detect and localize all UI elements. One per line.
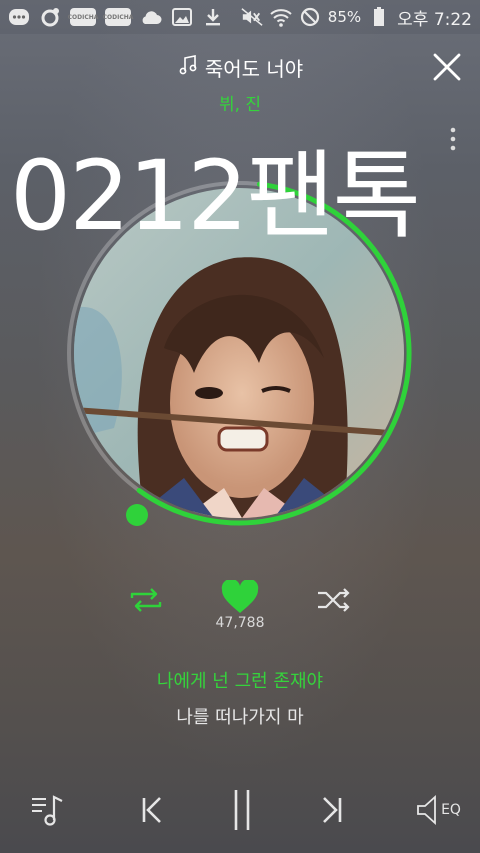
clock: 오후 7:22 — [397, 9, 472, 30]
pause-button[interactable] — [218, 788, 266, 832]
next-icon — [323, 797, 342, 823]
battery-level: 85% — [327, 8, 362, 26]
app-badge: CODICHA — [68, 8, 98, 26]
close-button[interactable] — [432, 52, 462, 82]
action-row — [0, 578, 480, 620]
next-button[interactable] — [308, 788, 356, 832]
repeat-button[interactable] — [126, 584, 166, 616]
repeat-icon — [130, 588, 162, 612]
previous-button[interactable] — [128, 788, 176, 832]
artist-name[interactable]: 뷔, 진 — [0, 90, 480, 115]
close-icon — [433, 53, 461, 81]
eq-label: EQ — [441, 802, 461, 818]
download-icon — [202, 7, 224, 27]
current-lyric[interactable]: 나에게 넌 그런 존재야 — [0, 667, 480, 693]
previous-icon — [142, 797, 161, 823]
equalizer-icon — [417, 794, 436, 826]
song-title-row: 죽어도 너야 — [0, 52, 480, 82]
heart-icon — [221, 578, 259, 613]
next-lyric[interactable]: 나를 떠나가지 마 — [0, 703, 480, 729]
shuffle-button[interactable] — [314, 584, 354, 616]
battery-icon — [368, 7, 390, 27]
playlist-icon — [32, 795, 63, 826]
notification-icon — [39, 7, 61, 27]
message-icon — [8, 7, 30, 27]
music-note-icon — [177, 54, 199, 81]
app-badge: CODICHA — [103, 8, 133, 26]
progress-handle[interactable] — [126, 504, 148, 526]
gallery-icon — [171, 7, 193, 27]
like-button[interactable] — [220, 578, 260, 616]
overlay-watermark: 0212팬톡 — [10, 140, 421, 252]
like-count: 47,788 — [215, 615, 265, 631]
mute-icon — [241, 7, 263, 27]
no-disturb-icon — [299, 7, 321, 27]
wifi-icon — [270, 7, 292, 27]
equalizer-button[interactable]: EQ — [408, 788, 468, 832]
song-title[interactable]: 죽어도 너야 — [205, 53, 303, 82]
playback-controls: EQ — [0, 780, 480, 840]
playlist-button[interactable] — [24, 788, 72, 832]
cloud-icon — [140, 7, 162, 27]
status-bar: CODICHA CODICHA 85% 오후 7:22 — [0, 0, 480, 34]
pause-icon — [234, 790, 250, 830]
shuffle-icon — [318, 588, 350, 612]
